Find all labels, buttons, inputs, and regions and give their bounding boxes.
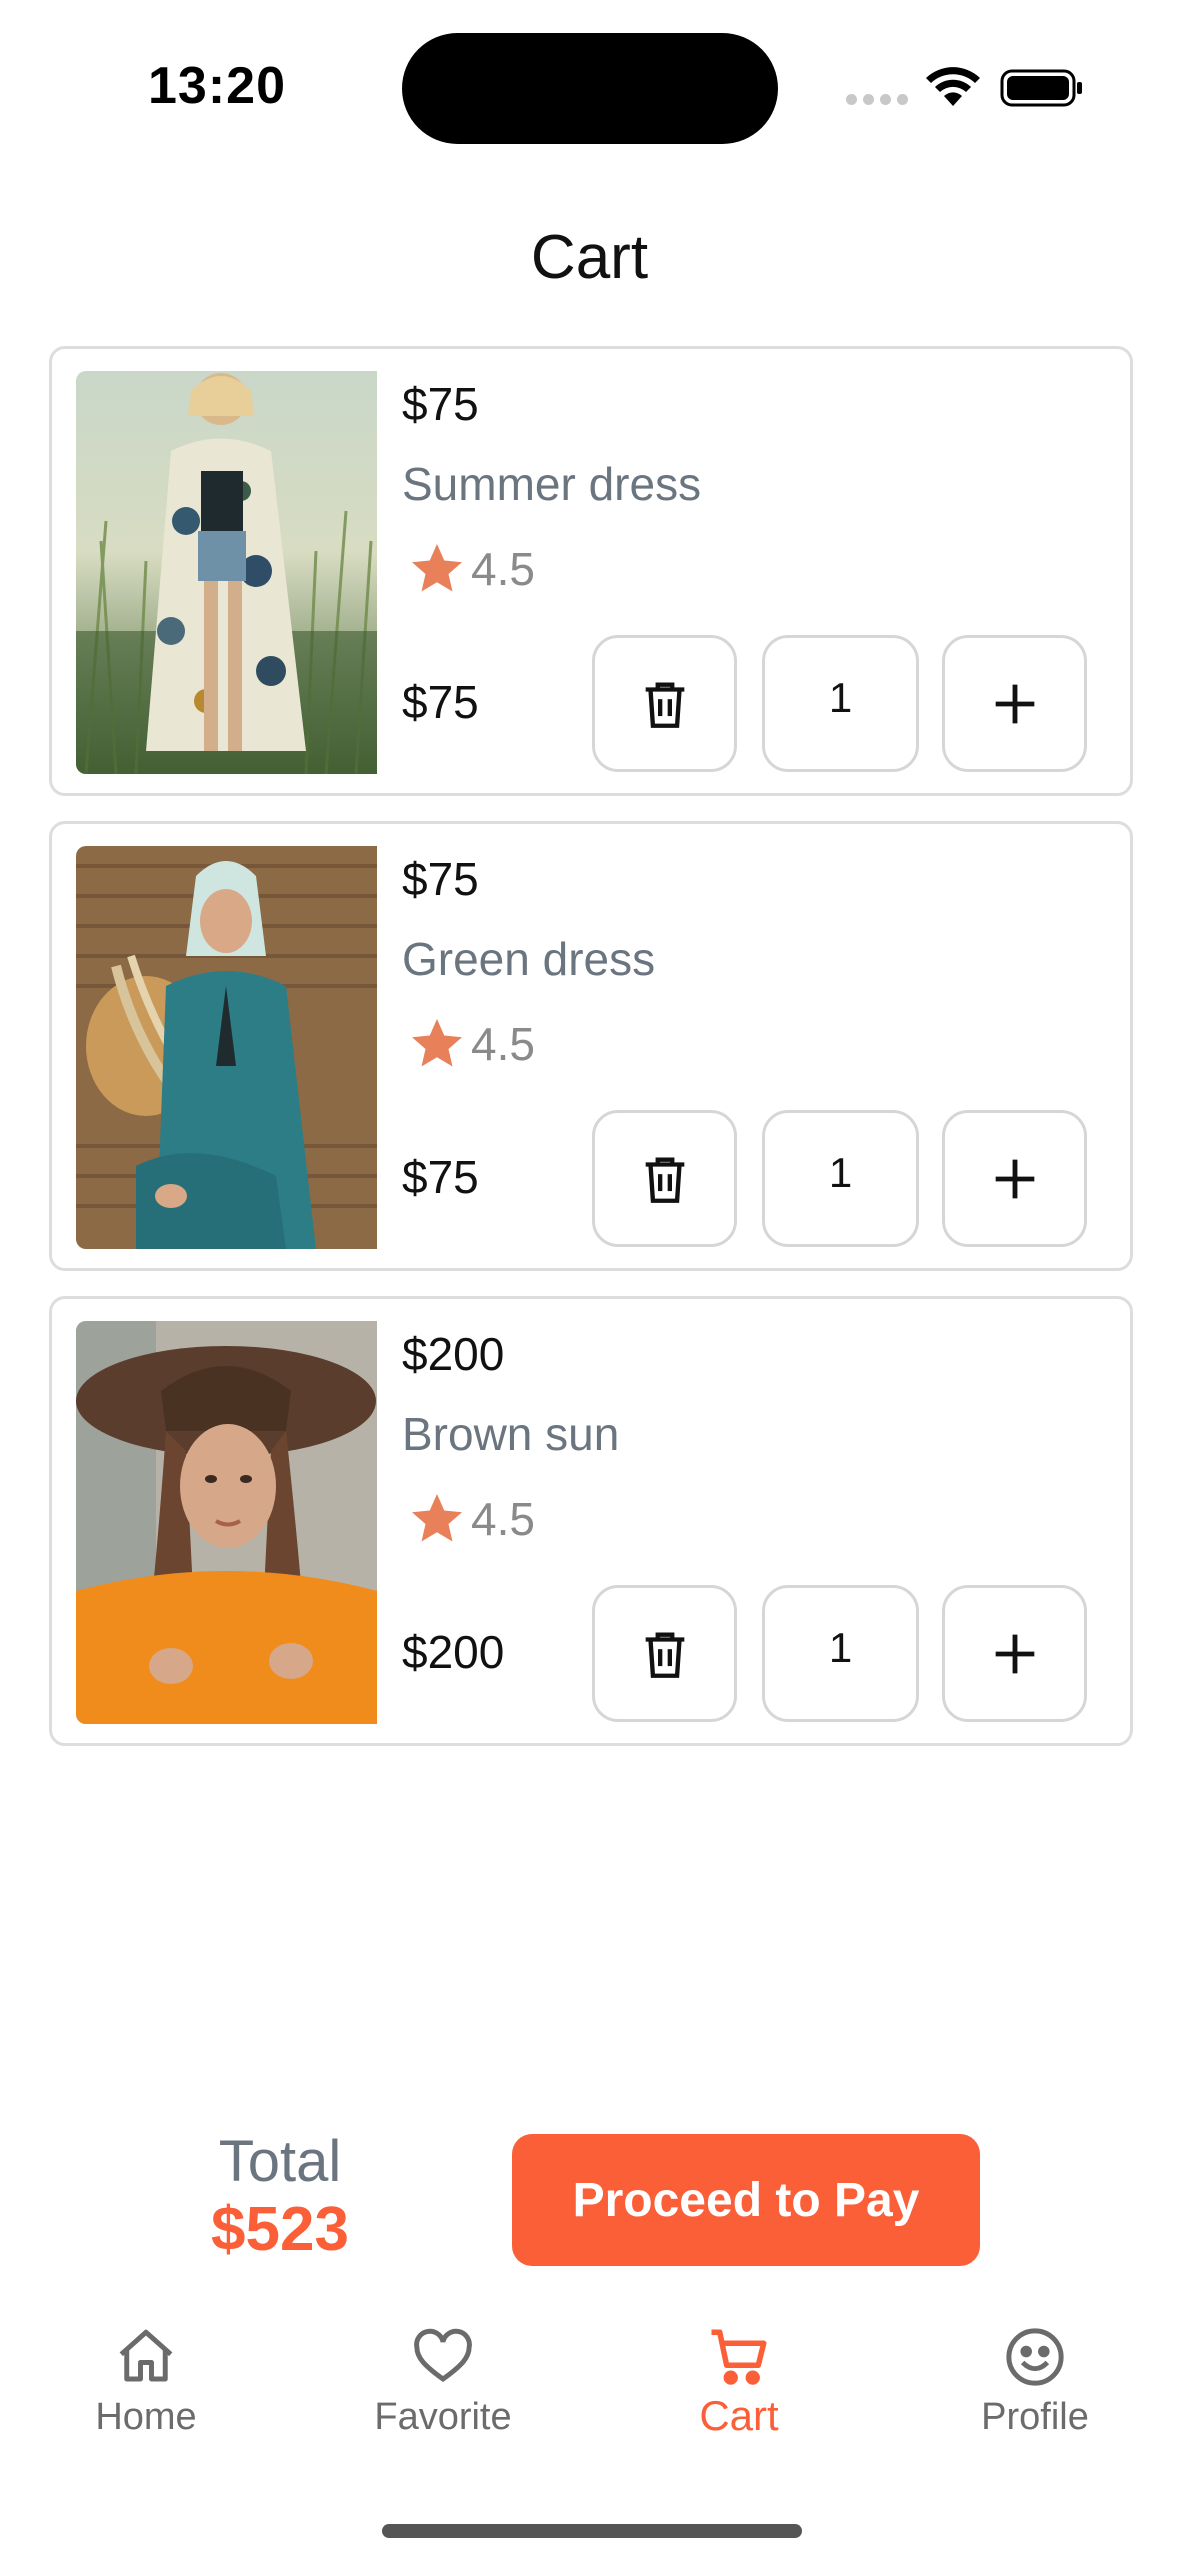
trash-icon: [645, 1156, 684, 1203]
product-price: $75: [402, 853, 479, 905]
nav-label: Favorite: [374, 2396, 512, 2438]
product-price: $200: [402, 1328, 505, 1380]
star-icon: [412, 544, 462, 592]
cart-item: $200 Brown sun 4.5 $200 1: [49, 1296, 1133, 1746]
product-rating: 4.5: [407, 539, 535, 599]
plus-icon: [995, 1159, 1034, 1198]
product-image[interactable]: [76, 1321, 377, 1724]
nav-label: Profile: [981, 2396, 1089, 2438]
battery-icon: [1000, 69, 1082, 107]
product-image[interactable]: [76, 371, 377, 774]
rating-value: 4.5: [471, 1493, 535, 1545]
cart-item: $75 Green dress 4.5 $75 1: [49, 821, 1133, 1271]
cart-list: $75 Summer dress 4.5 $75 1 $75 Green dre…: [49, 346, 1133, 1771]
star-icon: [412, 1019, 462, 1067]
increase-quantity-button[interactable]: [942, 635, 1087, 772]
item-subtotal: $200: [402, 1626, 505, 1678]
rating-value: 4.5: [471, 1018, 535, 1070]
nav-item-home[interactable]: Home: [36, 2324, 256, 2439]
delete-button[interactable]: [592, 1110, 737, 1247]
product-rating: 4.5: [407, 1489, 535, 1549]
plus-icon: [995, 1634, 1034, 1673]
trash-icon: [645, 681, 684, 728]
cart-icon: [711, 2329, 767, 2385]
bottom-navigation: Home Favorite Cart Profile: [0, 2310, 1179, 2470]
status-time: 13:20: [148, 57, 286, 115]
product-name[interactable]: Brown sun: [402, 1407, 619, 1461]
nav-label: Home: [95, 2396, 197, 2438]
increase-quantity-button[interactable]: [942, 1110, 1087, 1247]
quantity-field[interactable]: 1: [762, 1110, 919, 1247]
item-subtotal: $75: [402, 676, 479, 728]
product-name[interactable]: Summer dress: [402, 457, 701, 511]
delete-button[interactable]: [592, 1585, 737, 1722]
nav-item-profile[interactable]: Profile: [925, 2324, 1145, 2439]
dynamic-island: [402, 33, 778, 144]
product-name[interactable]: Green dress: [402, 932, 655, 986]
increase-quantity-button[interactable]: [942, 1585, 1087, 1722]
quantity-field[interactable]: 1: [762, 635, 919, 772]
item-subtotal: $75: [402, 1151, 479, 1203]
trash-icon: [645, 1631, 684, 1678]
home-icon: [119, 2329, 173, 2382]
cart-item: $75 Summer dress 4.5 $75 1: [49, 346, 1133, 796]
nav-label: Cart: [699, 2392, 779, 2439]
rating-value: 4.5: [471, 543, 535, 595]
star-icon: [412, 1494, 462, 1542]
cellular-signal-icon: [846, 94, 908, 105]
status-bar: 13:20: [0, 0, 1179, 170]
total-label: Total: [218, 2129, 342, 2194]
product-price: $75: [402, 378, 479, 430]
quantity-field[interactable]: 1: [762, 1585, 919, 1722]
product-rating: 4.5: [407, 1014, 535, 1074]
delete-button[interactable]: [592, 635, 737, 772]
home-indicator: [382, 2524, 802, 2538]
nav-item-cart[interactable]: Cart: [629, 2324, 849, 2440]
product-image[interactable]: [76, 846, 377, 1249]
wifi-icon: [926, 67, 980, 106]
nav-item-favorite[interactable]: Favorite: [333, 2324, 553, 2439]
smiley-icon: [1006, 2328, 1064, 2386]
heart-icon: [414, 2328, 472, 2383]
page-title: Cart: [530, 223, 649, 292]
proceed-to-pay-button[interactable]: Proceed to Pay: [512, 2134, 980, 2266]
total-value: $523: [211, 2195, 349, 2264]
plus-icon: [995, 684, 1034, 723]
